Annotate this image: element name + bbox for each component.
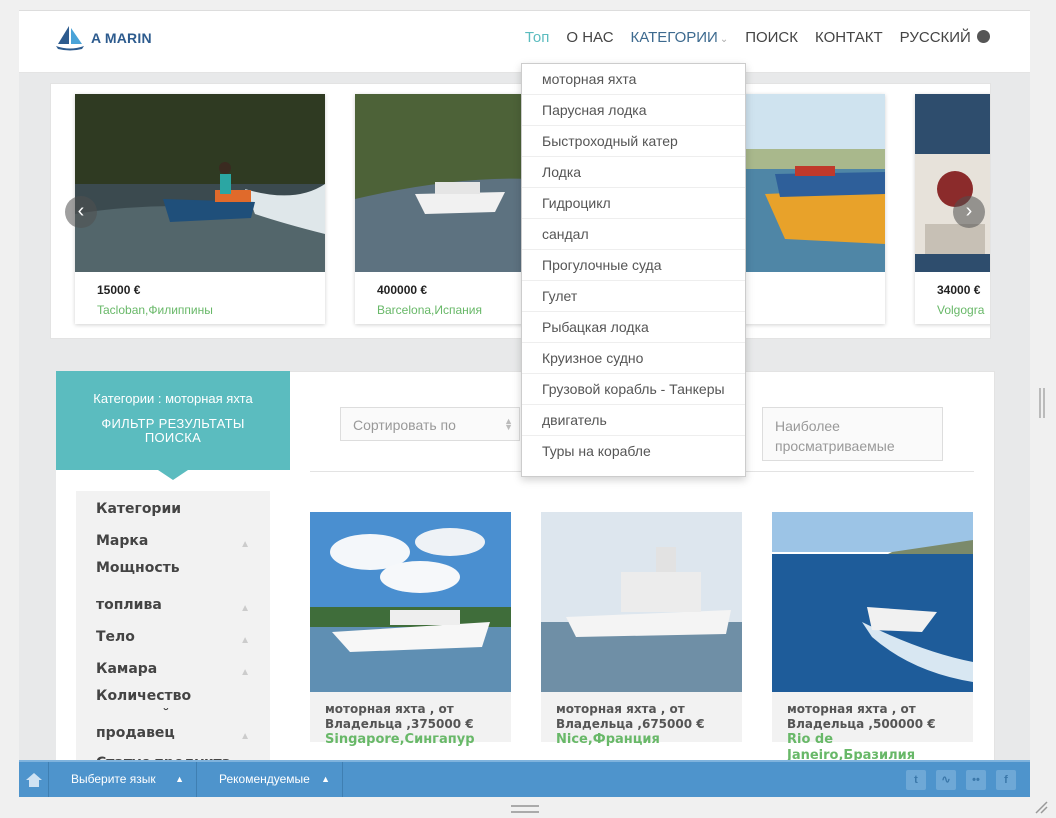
- filter-title: ФИЛЬТР РЕЗУЛЬТАТЫ ПОИСКА: [56, 406, 290, 445]
- nav-about[interactable]: О НАС: [566, 29, 613, 46]
- carousel-next-button[interactable]: ›: [953, 196, 985, 228]
- twitter-icon[interactable]: t: [906, 770, 926, 790]
- rss-icon[interactable]: ∿: [936, 770, 956, 790]
- nav-contact[interactable]: КОНТАКТ: [815, 29, 883, 46]
- card-price: 15000 €: [97, 283, 141, 297]
- listing-location[interactable]: Nice,Франция: [556, 732, 727, 748]
- nav-search[interactable]: ПОИСК: [745, 29, 798, 46]
- recommended-selector[interactable]: Рекомендуемые ▲: [197, 762, 343, 797]
- filter-cabins[interactable]: Камара: [96, 661, 157, 677]
- listing-location[interactable]: Singapore,Сингапур: [325, 732, 496, 748]
- sailboat-logo-icon: [56, 26, 84, 51]
- chevron-down-icon: ⌄: [719, 34, 729, 45]
- listing-info: моторная яхта , от Владельца ,500000 € R…: [772, 692, 973, 763]
- filter-body[interactable]: Тело: [96, 629, 135, 645]
- categories-dropdown: моторная яхта Парусная лодка Быстроходны…: [521, 63, 746, 477]
- jetski-photo: [75, 94, 325, 272]
- home-icon: [25, 772, 42, 787]
- nav-language[interactable]: РУССКИЙ: [900, 29, 990, 46]
- globe-icon: [977, 30, 990, 43]
- listing-title: моторная яхта , от Владельца ,500000 €: [787, 702, 936, 731]
- listing-info: моторная яхта , от Владельца ,375000 € S…: [310, 692, 511, 747]
- nav-categories[interactable]: КАТЕГОРИИ ⌄: [631, 29, 729, 46]
- menu-item-speedboat[interactable]: Быстроходный катер: [522, 126, 745, 157]
- nav-language-label: РУССКИЙ: [899, 29, 971, 46]
- browser-viewport: A MARIN Топ О НАС КАТЕГОРИИ ⌄ ПОИСК КОНТА…: [19, 10, 1030, 797]
- most-viewed-button[interactable]: Наиболее просматриваемые: [762, 407, 943, 461]
- listing-card[interactable]: моторная яхта , от Владельца ,375000 € S…: [310, 512, 511, 747]
- caret-up-icon: ▲: [321, 774, 330, 784]
- language-selector[interactable]: Выберите язык ▲: [49, 762, 197, 797]
- updown-arrows-icon: ▲ ▼: [504, 416, 513, 432]
- menu-item-cargo-tankers[interactable]: Грузовой корабль - Танкеры: [522, 374, 745, 405]
- vertical-resize-handle[interactable]: [1039, 388, 1045, 418]
- filter-categories[interactable]: Категории: [96, 501, 181, 517]
- sort-placeholder: Сортировать по: [353, 417, 456, 433]
- collapse-arrow-icon[interactable]: ▲: [240, 731, 250, 742]
- sort-select[interactable]: Сортировать по ▲ ▼: [340, 407, 520, 441]
- collapse-arrow-icon[interactable]: ▲: [240, 667, 250, 678]
- collapse-arrow-icon[interactable]: ▲: [240, 603, 250, 614]
- filter-engine-power[interactable]: Мощность двигателя: [96, 559, 206, 583]
- menu-item-jetski[interactable]: Гидроцикл: [522, 188, 745, 219]
- carousel-prev-button[interactable]: ‹: [65, 196, 97, 228]
- filter-brand[interactable]: Марка: [96, 533, 148, 549]
- caret-up-icon: ▲: [175, 774, 184, 784]
- collapse-arrow-icon[interactable]: ▲: [240, 635, 250, 646]
- carousel-card[interactable]: 15000 € Tacloban,Филиппины: [75, 94, 325, 324]
- filter-title-text: ФИЛЬТР РЕЗУЛЬТАТЫ ПОИСКА: [101, 416, 245, 445]
- listing-photo: [772, 512, 973, 692]
- main-nav: Топ О НАС КАТЕГОРИИ ⌄ ПОИСК КОНТАКТ РУССК…: [508, 29, 990, 46]
- chevron-left-icon: ‹: [77, 200, 85, 222]
- filter-sidebar: Категории : моторная яхта ФИЛЬТР РЕЗУЛЬТ…: [56, 371, 290, 781]
- language-label: Выберите язык: [71, 772, 156, 786]
- facebook-icon[interactable]: f: [996, 770, 1016, 790]
- flickr-icon[interactable]: ••: [966, 770, 986, 790]
- card-location: Volgogra: [937, 303, 985, 317]
- menu-item-pleasure-craft[interactable]: Прогулочные суда: [522, 250, 745, 281]
- filter-fuel[interactable]: топлива: [96, 597, 162, 613]
- listing-title: моторная яхта , от Владельца ,375000 €: [325, 702, 474, 731]
- corner-resize-icon[interactable]: [1034, 800, 1048, 814]
- listing-card[interactable]: моторная яхта , от Владельца ,500000 € R…: [772, 512, 973, 763]
- nav-categories-label: КАТЕГОРИИ: [630, 29, 718, 46]
- home-button[interactable]: [19, 762, 49, 797]
- filter-seller[interactable]: продавец: [96, 725, 175, 741]
- listing-title: моторная яхта , от Владельца ,675000 €: [556, 702, 705, 731]
- filter-header: Категории : моторная яхта ФИЛЬТР РЕЗУЛЬТ…: [56, 371, 290, 480]
- menu-item-cruise-ship[interactable]: Круизное судно: [522, 343, 745, 374]
- menu-item-sandal[interactable]: сандал: [522, 219, 745, 250]
- recommended-label: Рекомендуемые: [219, 772, 310, 786]
- menu-item-sailboat[interactable]: Парусная лодка: [522, 95, 745, 126]
- boat-interior-photo: [915, 94, 990, 272]
- menu-item-ship-tours[interactable]: Туры на корабле: [522, 436, 745, 467]
- menu-item-boat[interactable]: Лодка: [522, 157, 745, 188]
- nav-top[interactable]: Топ: [525, 29, 549, 46]
- bottom-toolbar: Выберите язык ▲ Рекомендуемые ▲ t ∿ •• f: [19, 760, 1030, 797]
- logo[interactable]: A MARIN: [55, 25, 152, 51]
- card-price: 34000 €: [937, 283, 981, 297]
- chevron-right-icon: ›: [965, 200, 973, 222]
- filter-list: Категории Марка ▲ Мощность двигателя топ…: [76, 491, 270, 781]
- menu-item-motor-yacht[interactable]: моторная яхта: [522, 64, 745, 95]
- menu-item-engine[interactable]: двигатель: [522, 405, 745, 436]
- resize-grip[interactable]: [511, 805, 539, 813]
- filter-beds[interactable]: Количество кроватей: [96, 687, 206, 711]
- listing-photo: [541, 512, 742, 692]
- menu-item-gulet[interactable]: Гулет: [522, 281, 745, 312]
- listing-photo: [310, 512, 511, 692]
- menu-item-fishing-boat[interactable]: Рыбацкая лодка: [522, 312, 745, 343]
- listing-info: моторная яхта , от Владельца ,675000 € N…: [541, 692, 742, 747]
- card-location: Tacloban,Филиппины: [97, 303, 213, 317]
- current-category: Категории : моторная яхта: [93, 391, 253, 406]
- logo-text: A MARIN: [91, 30, 152, 46]
- listing-card[interactable]: моторная яхта , от Владельца ,675000 € N…: [541, 512, 742, 747]
- collapse-arrow-icon[interactable]: ▲: [240, 539, 250, 550]
